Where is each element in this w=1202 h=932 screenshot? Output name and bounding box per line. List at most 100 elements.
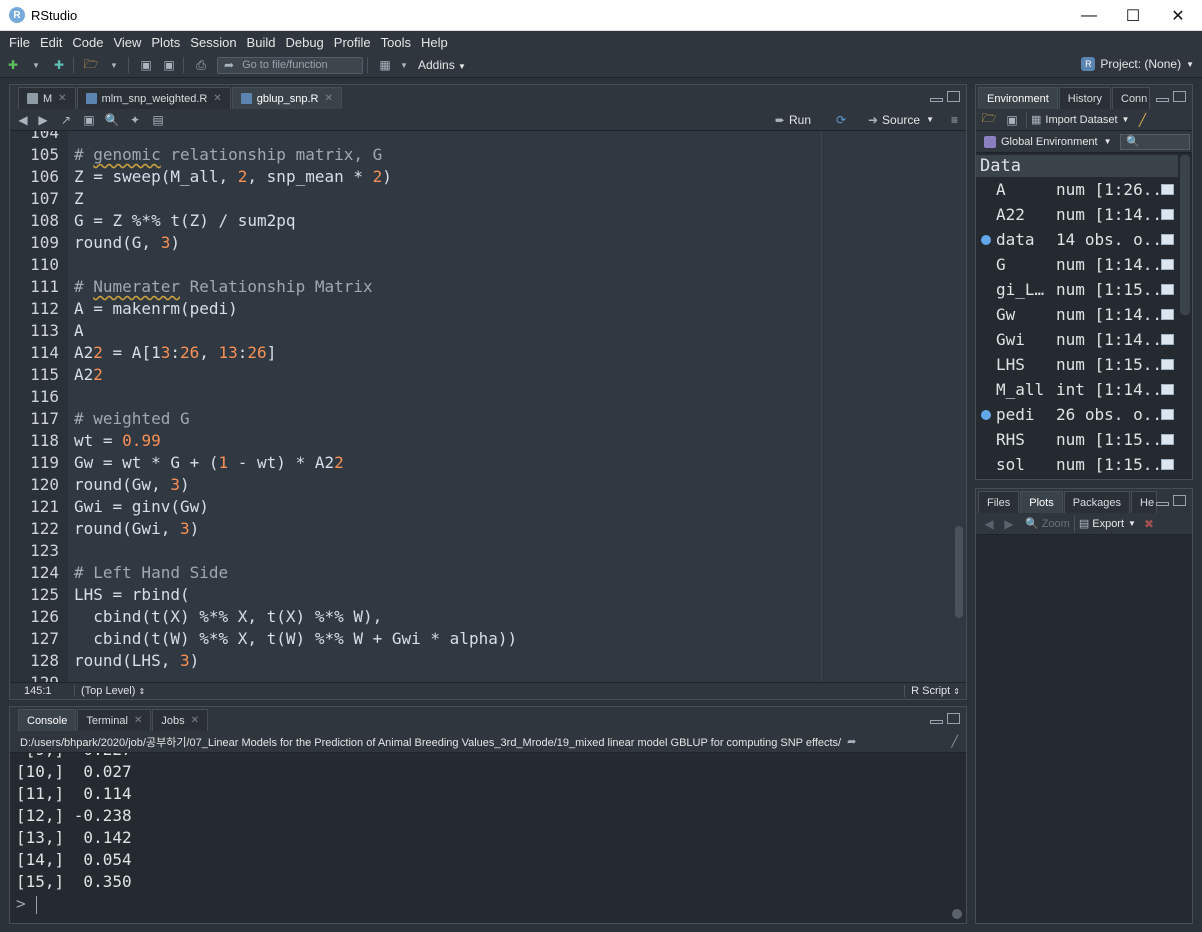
minimize-pane-icon[interactable] [930, 98, 943, 102]
minimize-button[interactable]: — [1066, 0, 1112, 31]
env-variable-row[interactable]: pedi 26 obs. o... [976, 402, 1178, 427]
save-icon[interactable]: ▣ [79, 111, 99, 129]
compile-report-icon[interactable]: ▤ [148, 111, 168, 129]
tab-connections[interactable]: Conn [1112, 87, 1151, 109]
code-line[interactable]: 114 A22 = A[13:26, 13:26] [10, 342, 966, 364]
close-window-button[interactable]: ✕ [1155, 0, 1201, 31]
env-variable-row[interactable]: Gnum [1:14... [976, 252, 1178, 277]
save-all-icon[interactable]: ▣ [159, 56, 179, 74]
import-dataset-button[interactable]: ▦ Import Dataset ▼ [1031, 113, 1129, 127]
maximize-button[interactable]: ☐ [1110, 0, 1156, 31]
view-data-grid-icon[interactable] [1161, 209, 1174, 220]
env-variable-row[interactable]: M_all int [1:14... [976, 377, 1178, 402]
show-in-window-icon[interactable]: ↗ [56, 111, 76, 129]
code-tools-wand-icon[interactable]: ✦ [125, 111, 145, 129]
tab-terminal[interactable]: Terminal ✕ [77, 709, 152, 731]
goto-directory-icon[interactable]: ➦ [847, 735, 856, 748]
open-folder-icon[interactable]: 🗁 [81, 56, 101, 74]
view-data-grid-icon[interactable] [1161, 309, 1174, 320]
dropdown-icon[interactable]: ▼ [398, 56, 410, 74]
find-icon[interactable]: 🔍 [102, 111, 122, 129]
view-data-grid-icon[interactable] [1161, 359, 1174, 370]
grid-layout-icon[interactable]: ▦ [375, 56, 395, 74]
editor-scrollbar[interactable] [955, 526, 963, 618]
view-data-grid-icon[interactable] [1161, 259, 1174, 270]
maximize-pane-icon[interactable] [1173, 495, 1186, 506]
editor-tab[interactable]: mlm_snp_weighted.R ✕ [76, 87, 231, 109]
menu-profile[interactable]: Profile [329, 35, 376, 50]
code-line[interactable]: 117 # weighted G [10, 408, 966, 430]
zoom-button[interactable]: 🔍 Zoom [1025, 517, 1070, 531]
env-variable-row[interactable]: RHS num [1:15... [976, 427, 1178, 452]
code-line[interactable]: 107 Z [10, 188, 966, 210]
code-line[interactable]: 111 # Numerater Relationship Matrix [10, 276, 966, 298]
code-line[interactable]: 118 wt = 0.99 [10, 430, 966, 452]
menu-build[interactable]: Build [242, 35, 281, 50]
code-line[interactable]: 127 cbind(t(W) %*% X, t(W) %*% W + Gwi *… [10, 628, 966, 650]
view-data-grid-icon[interactable] [1161, 234, 1174, 245]
code-line[interactable]: 121 Gwi = ginv(Gw) [10, 496, 966, 518]
env-scrollbar[interactable] [1180, 155, 1190, 315]
env-variable-row[interactable]: A22 num [1:14... [976, 202, 1178, 227]
menu-plots[interactable]: Plots [146, 35, 185, 50]
source-button[interactable]: ➜ Source ▼ [868, 113, 934, 127]
menu-view[interactable]: View [108, 35, 146, 50]
go-to-file-input[interactable]: ➦ Go to file/function [217, 56, 363, 74]
code-line[interactable]: 126 cbind(t(X) %*% X, t(X) %*% W), [10, 606, 966, 628]
env-variable-row[interactable]: Gwi num [1:14... [976, 327, 1178, 352]
project-button[interactable]: R Project: (None) ▼ [1081, 57, 1194, 71]
tab-console[interactable]: Console [18, 709, 77, 731]
env-variable-row[interactable]: gi_L… num [1:15... [976, 277, 1178, 302]
menu-help[interactable]: Help [416, 35, 453, 50]
addins-button[interactable]: Addins ▼ [418, 58, 466, 72]
editor-tab-active[interactable]: gblup_snp.R ✕ [231, 87, 342, 109]
close-tab-icon[interactable]: ✕ [213, 93, 221, 104]
console-scroll-indicator[interactable] [952, 909, 962, 919]
tab-packages[interactable]: Packages [1063, 491, 1131, 513]
remove-plot-icon[interactable]: ✖ [1139, 515, 1159, 533]
env-variable-row[interactable]: LHS num [1:15... [976, 352, 1178, 377]
tab-environment[interactable]: Environment [978, 87, 1058, 109]
code-line[interactable]: 112 A = makenrm(pedi) [10, 298, 966, 320]
menu-debug[interactable]: Debug [280, 35, 328, 50]
env-variable-row[interactable]: sol num [1:15... [976, 452, 1178, 477]
minimize-pane-icon[interactable] [930, 720, 943, 724]
rerun-icon[interactable]: ⟳ [836, 113, 846, 127]
code-editor[interactable]: 104 105 # genomic relationship matrix, G 10… [10, 131, 966, 684]
environment-search-input[interactable]: 🔍 [1120, 133, 1190, 150]
code-line[interactable]: 128 round(LHS, 3) [10, 650, 966, 672]
load-workspace-icon[interactable]: 🗁 [979, 111, 999, 129]
maximize-pane-icon[interactable] [947, 91, 960, 102]
code-line[interactable]: 119 Gw = wt * G + (1 - wt) * A22 [10, 452, 966, 474]
new-file-icon[interactable]: ✚ [3, 56, 23, 74]
view-data-grid-icon[interactable] [1161, 459, 1174, 470]
forward-arrow-icon[interactable]: ▶ [33, 111, 53, 129]
code-line[interactable]: 115 A22 [10, 364, 966, 386]
forward-arrow-icon[interactable]: ▶ [999, 515, 1019, 533]
view-data-grid-icon[interactable] [1161, 334, 1174, 345]
close-tab-icon[interactable]: ✕ [325, 93, 333, 104]
file-type-selector[interactable]: R Script ⇕ [904, 685, 960, 697]
back-arrow-icon[interactable]: ◀ [13, 111, 33, 129]
close-tab-icon[interactable]: ✕ [58, 93, 66, 104]
back-arrow-icon[interactable]: ◀ [979, 515, 999, 533]
code-line[interactable]: 123 [10, 540, 966, 562]
environment-scope-select[interactable]: Global Environment ▼ [984, 135, 1112, 148]
expand-icon[interactable] [981, 410, 991, 420]
close-tab-icon[interactable]: ✕ [191, 715, 199, 726]
menu-file[interactable]: File [4, 35, 35, 50]
run-button[interactable]: ➨ Run [775, 113, 811, 127]
view-data-grid-icon[interactable] [1161, 184, 1174, 195]
save-icon[interactable]: ▣ [136, 56, 156, 74]
minimize-pane-icon[interactable] [1156, 98, 1169, 102]
tab-files[interactable]: Files [978, 491, 1020, 513]
print-icon[interactable]: ⎙ [191, 56, 211, 74]
clear-console-broom-icon[interactable]: ╱ [951, 735, 958, 748]
env-variable-row[interactable]: Anum [1:26... [976, 177, 1178, 202]
clear-broom-icon[interactable]: ╱ [1132, 111, 1152, 129]
env-variable-row[interactable]: data 14 obs. o... [976, 227, 1178, 252]
view-data-grid-icon[interactable] [1161, 409, 1174, 420]
scope-selector[interactable]: (Top Level) ⇕ [74, 685, 145, 697]
code-line[interactable]: 110 [10, 254, 966, 276]
env-variable-row[interactable]: Gw num [1:14... [976, 302, 1178, 327]
